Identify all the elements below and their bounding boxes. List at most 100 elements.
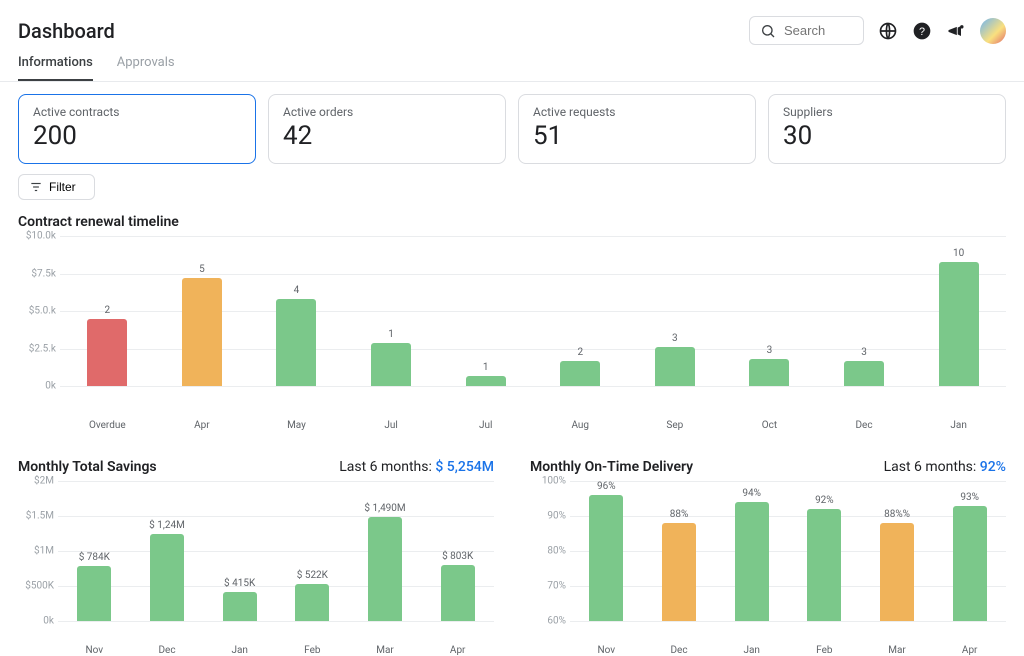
- savings-chart: 0k$500K$1M$1.5M$2M $ 784K$ 1,24M$ 415K$ …: [18, 481, 494, 641]
- chart-bar: [182, 278, 222, 386]
- search-input[interactable]: [782, 22, 852, 39]
- x-axis-label: Jul: [438, 420, 533, 431]
- renewal-chart: 0k$2.5.k$5.0.k$7.5k$10.0k 25411233310: [18, 236, 1006, 416]
- renewal-chart-title: Contract renewal timeline: [18, 214, 1006, 230]
- bar-value-label: 2: [577, 347, 583, 358]
- bar-value-label: 10: [953, 248, 964, 259]
- chart-bar: [589, 495, 623, 621]
- bar-value-label: 92%: [815, 495, 834, 506]
- x-axis-label: Feb: [788, 645, 861, 656]
- kpi-label: Active contracts: [33, 105, 241, 119]
- x-axis-label: Jan: [203, 645, 276, 656]
- bar-value-label: 94%: [742, 488, 761, 499]
- savings-subtitle: Last 6 months: $ 5,254M: [339, 459, 494, 475]
- announcement-icon[interactable]: [946, 21, 966, 41]
- x-axis-label: Feb: [276, 645, 349, 656]
- x-axis-label: Sep: [628, 420, 723, 431]
- bar-value-label: 93%: [960, 492, 979, 503]
- x-axis-label: Nov: [570, 645, 643, 656]
- bar-value-label: 1: [483, 362, 489, 373]
- tab-approvals[interactable]: Approvals: [117, 55, 175, 81]
- bar-value-label: $ 415K: [224, 578, 255, 589]
- bar-value-label: 1: [388, 329, 394, 340]
- otd-chart: 60%70%80%90%100% 96%88%94%92%88%%93%: [530, 481, 1006, 641]
- chart-bar: [880, 523, 914, 621]
- help-icon[interactable]: ?: [912, 21, 932, 41]
- bar-value-label: 3: [767, 345, 773, 356]
- bar-value-label: 2: [104, 305, 110, 316]
- chart-bar: [87, 319, 127, 387]
- globe-icon[interactable]: [878, 21, 898, 41]
- x-axis-label: Jan: [715, 645, 788, 656]
- bar-value-label: $ 1,490M: [364, 503, 405, 514]
- search-icon: [760, 23, 776, 39]
- kpi-row: Active contracts200Active orders42Active…: [0, 82, 1024, 164]
- chart-bar: [844, 361, 884, 387]
- x-axis-label: Oct: [722, 420, 817, 431]
- chart-bar: [223, 592, 257, 621]
- bar-value-label: 88%%: [884, 509, 910, 520]
- chart-bar: [77, 566, 111, 621]
- x-axis-label: Dec: [643, 645, 716, 656]
- x-axis-label: Apr: [155, 420, 250, 431]
- x-axis-label: Aug: [533, 420, 628, 431]
- bar-value-label: $ 522K: [297, 570, 328, 581]
- otd-chart-title: Monthly On-Time Delivery: [530, 459, 693, 475]
- kpi-value: 200: [33, 121, 241, 151]
- bar-value-label: 4: [294, 285, 300, 296]
- filter-label: Filter: [49, 180, 76, 194]
- kpi-card[interactable]: Suppliers 30: [768, 94, 1006, 164]
- kpi-value: 30: [783, 121, 991, 151]
- tab-informations[interactable]: Informations: [18, 55, 93, 81]
- bar-value-label: $ 803K: [442, 551, 473, 562]
- chart-bar: [441, 565, 475, 621]
- bar-value-label: $ 1,24M: [149, 520, 185, 531]
- bar-value-label: $ 784K: [79, 552, 110, 563]
- chart-bar: [150, 534, 184, 621]
- chart-bar: [466, 376, 506, 387]
- chart-bar: [295, 584, 329, 621]
- kpi-card[interactable]: Active orders 42: [268, 94, 506, 164]
- chart-bar: [939, 262, 979, 387]
- chart-bar: [662, 523, 696, 621]
- x-axis-label: Dec: [817, 420, 912, 431]
- kpi-label: Suppliers: [783, 105, 991, 119]
- kpi-value: 42: [283, 121, 491, 151]
- x-axis-label: Mar: [861, 645, 934, 656]
- x-axis-label: Apr: [933, 645, 1006, 656]
- chart-bar: [749, 359, 789, 386]
- x-axis-label: Apr: [421, 645, 494, 656]
- chart-bar: [953, 506, 987, 622]
- kpi-value: 51: [533, 121, 741, 151]
- x-axis-label: Jul: [344, 420, 439, 431]
- svg-text:?: ?: [919, 26, 925, 38]
- filter-button[interactable]: Filter: [18, 174, 95, 200]
- page-title: Dashboard: [18, 19, 749, 43]
- bar-value-label: 5: [199, 264, 205, 275]
- avatar[interactable]: [980, 18, 1006, 44]
- chart-bar: [655, 347, 695, 386]
- chart-bar: [276, 299, 316, 386]
- kpi-card[interactable]: Active contracts 200: [18, 94, 256, 164]
- chart-bar: [371, 343, 411, 387]
- search-box[interactable]: [749, 16, 864, 45]
- chart-bar: [807, 509, 841, 621]
- bar-value-label: 3: [861, 347, 867, 358]
- x-axis-label: Overdue: [60, 420, 155, 431]
- chart-bar: [368, 517, 402, 621]
- savings-chart-title: Monthly Total Savings: [18, 459, 157, 475]
- kpi-label: Active requests: [533, 105, 741, 119]
- bar-value-label: 88%: [670, 509, 689, 520]
- x-axis-label: Jan: [911, 420, 1006, 431]
- x-axis-label: Mar: [349, 645, 422, 656]
- chart-bar: [560, 361, 600, 387]
- otd-subtitle: Last 6 months: 92%: [884, 459, 1006, 475]
- bar-value-label: 3: [672, 333, 678, 344]
- kpi-card[interactable]: Active requests 51: [518, 94, 756, 164]
- x-axis-label: Nov: [58, 645, 131, 656]
- kpi-label: Active orders: [283, 105, 491, 119]
- bar-value-label: 96%: [597, 481, 616, 492]
- chart-bar: [735, 502, 769, 621]
- filter-icon: [29, 180, 43, 194]
- x-axis-label: Dec: [131, 645, 204, 656]
